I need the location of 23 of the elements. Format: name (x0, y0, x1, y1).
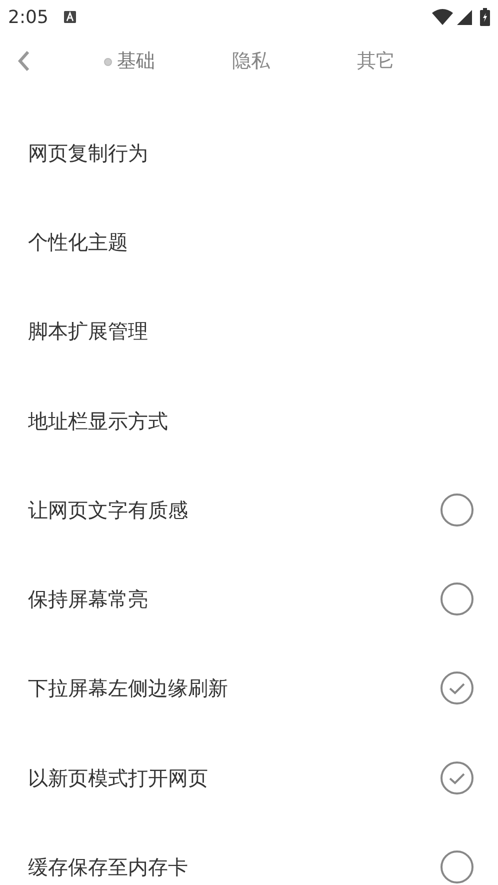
checkbox[interactable] (440, 582, 474, 616)
setting-label[interactable]: 脚本扩展管理 (28, 316, 148, 346)
checkbox[interactable] (440, 492, 474, 527)
wifi-icon (432, 9, 453, 25)
battery-icon (480, 8, 490, 26)
notification-icon (64, 11, 76, 23)
tab[interactable]: 隐私 (226, 42, 276, 80)
setting-label[interactable]: 网页复制行为 (28, 138, 148, 168)
back-button[interactable] (16, 48, 32, 74)
checkbox[interactable] (440, 671, 474, 706)
status-time: 2:05 (8, 6, 48, 30)
setting-label: 以新页模式打开网页 (28, 764, 208, 792)
setting-label: 缓存保存至内存卡 (28, 854, 188, 882)
setting-label[interactable]: 个性化主题 (28, 226, 128, 257)
tab[interactable]: 基础 (98, 42, 161, 80)
checkbox[interactable] (440, 760, 474, 795)
signal-icon (457, 10, 472, 24)
setting-label: 下拉屏幕左侧边缘刷新 (28, 675, 228, 702)
setting-label: 让网页文字有质感 (28, 496, 188, 524)
tab[interactable]: 其它 (351, 42, 401, 80)
setting-label: 保持屏幕常亮 (28, 586, 148, 614)
checkbox[interactable] (440, 850, 474, 884)
setting-label[interactable]: 地址栏显示方式 (28, 406, 168, 436)
